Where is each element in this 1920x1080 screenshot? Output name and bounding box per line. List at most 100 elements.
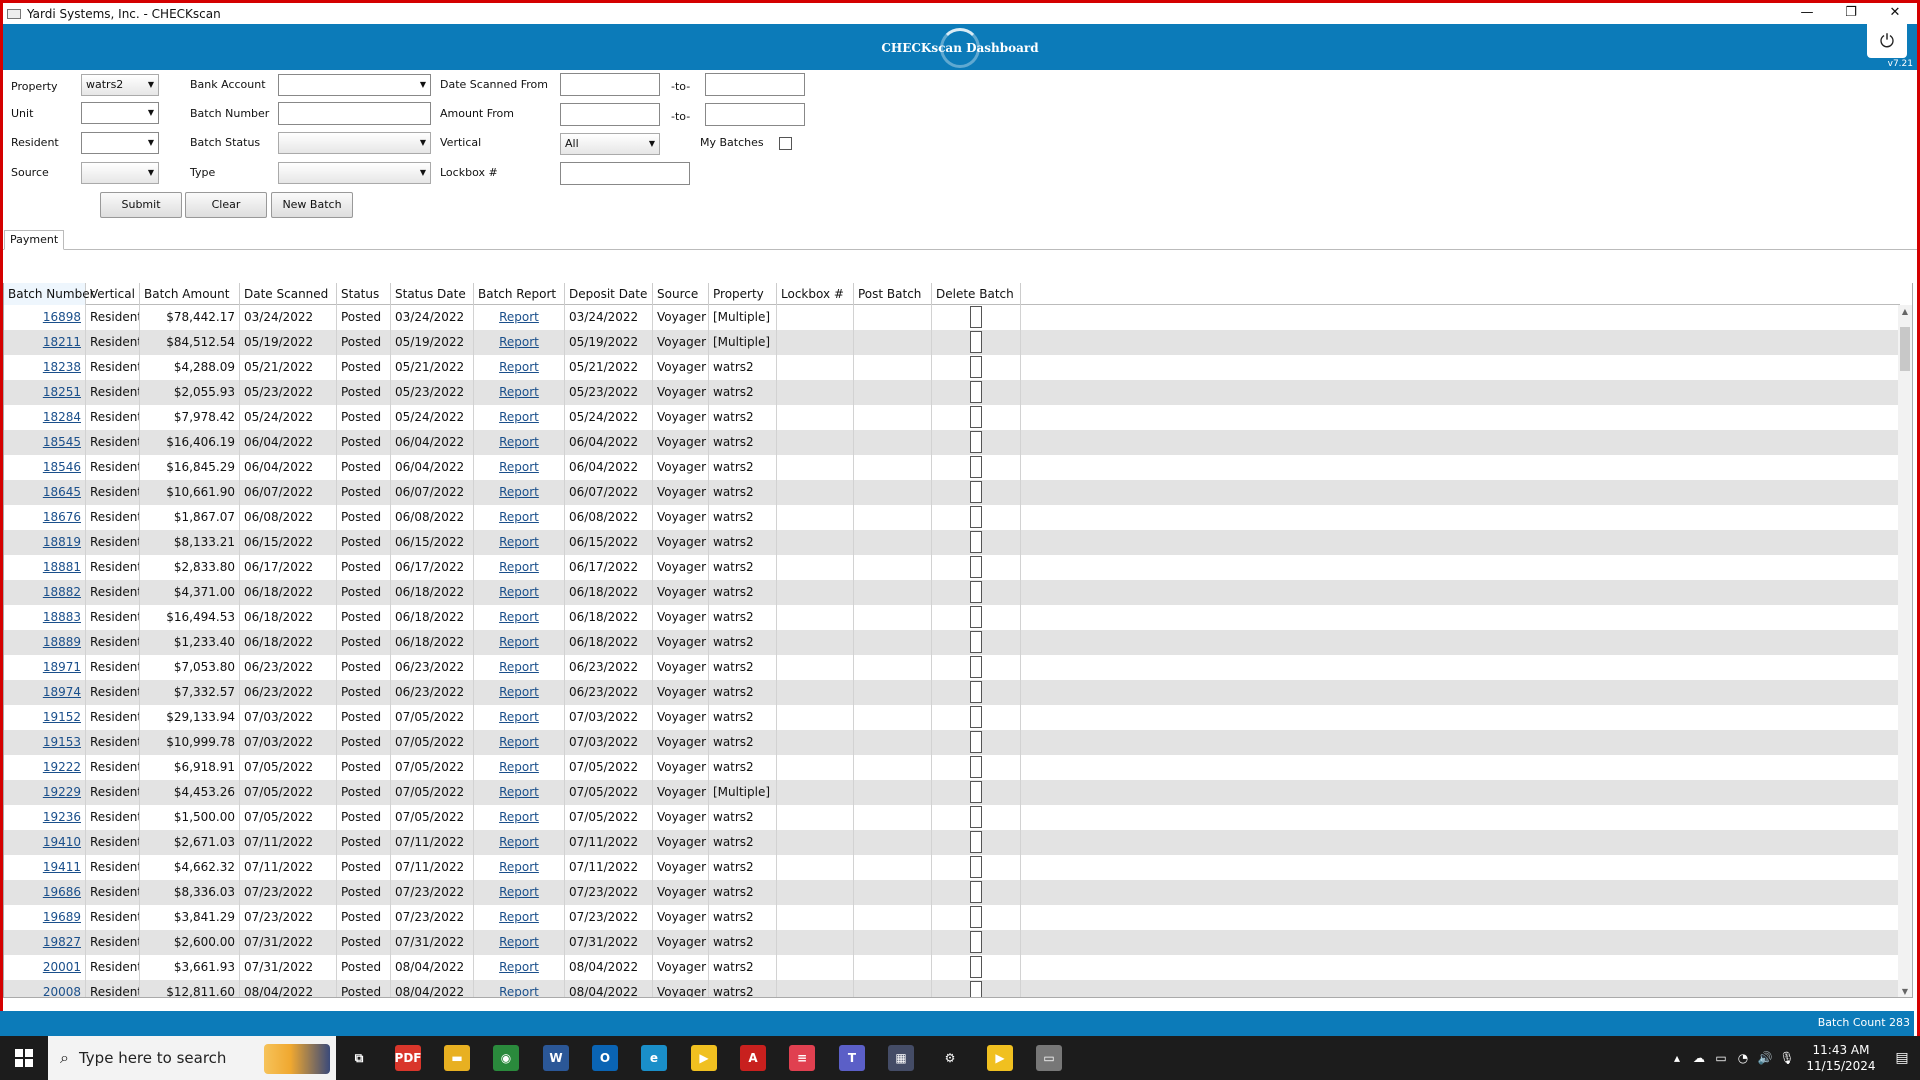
task-view-icon[interactable]: ⧉ <box>346 1045 372 1071</box>
pdf-app-icon[interactable]: PDF <box>395 1045 421 1071</box>
delete-batch-checkbox[interactable] <box>970 856 982 878</box>
batch-number-link[interactable]: 18251 <box>43 385 81 399</box>
volume-icon[interactable]: 🔊 <box>1754 1051 1776 1065</box>
report-link[interactable]: Report <box>499 885 539 899</box>
word-icon[interactable]: W <box>543 1045 569 1071</box>
tab-payment[interactable]: Payment <box>4 230 65 250</box>
bank-account-select[interactable]: ▼ <box>278 74 431 96</box>
column-header-deposit-date[interactable]: Deposit Date <box>565 283 653 305</box>
unit-select[interactable]: ▼ <box>81 102 159 124</box>
table-row[interactable]: 18881 Residential $2,833.80 06/17/2022 Poste… <box>4 555 1900 580</box>
batch-number-link[interactable]: 18545 <box>43 435 81 449</box>
report-link[interactable]: Report <box>499 460 539 474</box>
property-select[interactable]: watrs2 ▼ <box>81 74 159 96</box>
report-link[interactable]: Report <box>499 985 539 997</box>
batch-number-link[interactable]: 18971 <box>43 660 81 674</box>
column-header-source[interactable]: Source <box>653 283 709 305</box>
table-row[interactable]: 20001 Residential $3,661.93 07/31/2022 Poste… <box>4 955 1900 980</box>
column-header-vertical[interactable]: Vertical <box>86 283 140 305</box>
amount-to-input[interactable] <box>705 103 805 126</box>
calculator-icon[interactable]: ▦ <box>888 1045 914 1071</box>
edge-icon[interactable]: e <box>641 1045 667 1071</box>
table-row[interactable]: 19236 Residential $1,500.00 07/05/2022 Poste… <box>4 805 1900 830</box>
report-link[interactable]: Report <box>499 835 539 849</box>
report-link[interactable]: Report <box>499 860 539 874</box>
acrobat-icon[interactable]: A <box>740 1045 766 1071</box>
table-row[interactable]: 18546 Residential $16,845.29 06/04/2022 Post… <box>4 455 1900 480</box>
scroll-down-icon[interactable]: ▼ <box>1898 987 1912 996</box>
vertical-scrollbar[interactable]: ▲ ▼ <box>1898 305 1912 997</box>
batch-number-link[interactable]: 18882 <box>43 585 81 599</box>
power-button[interactable]: ⏻ <box>1867 24 1907 58</box>
report-link[interactable]: Report <box>499 810 539 824</box>
report-link[interactable]: Report <box>499 360 539 374</box>
table-row[interactable]: 18882 Residential $4,371.00 06/18/2022 Poste… <box>4 580 1900 605</box>
batch-number-link[interactable]: 18284 <box>43 410 81 424</box>
report-link[interactable]: Report <box>499 335 539 349</box>
batch-number-link[interactable]: 19152 <box>43 710 81 724</box>
report-link[interactable]: Report <box>499 785 539 799</box>
delete-batch-checkbox[interactable] <box>970 581 982 603</box>
column-header-batch-number[interactable]: Batch Number <box>4 283 95 305</box>
network-icon[interactable]: ◔ <box>1732 1051 1754 1065</box>
batch-number-link[interactable]: 18819 <box>43 535 81 549</box>
table-row[interactable]: 19827 Residential $2,600.00 07/31/2022 Poste… <box>4 930 1900 955</box>
delete-batch-checkbox[interactable] <box>970 531 982 553</box>
clock[interactable]: 11:43 AM 11/15/2024 <box>1806 1042 1876 1074</box>
table-row[interactable]: 18676 Residential $1,867.07 06/08/2022 Poste… <box>4 505 1900 530</box>
scrollbar-thumb[interactable] <box>1900 327 1910 371</box>
delete-batch-checkbox[interactable] <box>970 481 982 503</box>
report-link[interactable]: Report <box>499 385 539 399</box>
table-row[interactable]: 16898 Residential $78,442.17 03/24/2022 Post… <box>4 305 1900 330</box>
chrome-icon[interactable]: ◉ <box>493 1045 519 1071</box>
report-link[interactable]: Report <box>499 685 539 699</box>
delete-batch-checkbox[interactable] <box>970 881 982 903</box>
report-link[interactable]: Report <box>499 310 539 324</box>
table-row[interactable]: 19410 Residential $2,671.03 07/11/2022 Poste… <box>4 830 1900 855</box>
table-row[interactable]: 19686 Residential $8,336.03 07/23/2022 Poste… <box>4 880 1900 905</box>
delete-batch-checkbox[interactable] <box>970 656 982 678</box>
report-link[interactable]: Report <box>499 510 539 524</box>
settings-icon[interactable]: ⚙ <box>937 1045 963 1071</box>
table-row[interactable]: 19153 Residential $10,999.78 07/03/2022 Post… <box>4 730 1900 755</box>
batch-number-link[interactable]: 20001 <box>43 960 81 974</box>
column-header-status[interactable]: Status <box>337 283 391 305</box>
delete-batch-checkbox[interactable] <box>970 906 982 928</box>
delete-batch-checkbox[interactable] <box>970 456 982 478</box>
report-link[interactable]: Report <box>499 710 539 724</box>
batch-number-link[interactable]: 19410 <box>43 835 81 849</box>
column-header-date-scanned[interactable]: Date Scanned <box>240 283 337 305</box>
clear-button[interactable]: Clear <box>185 192 267 218</box>
date-scanned-to-input[interactable] <box>705 73 805 96</box>
report-link[interactable]: Report <box>499 660 539 674</box>
batch-number-link[interactable]: 18883 <box>43 610 81 624</box>
show-hidden-icons-icon[interactable]: ▴ <box>1666 1051 1688 1065</box>
delete-batch-checkbox[interactable] <box>970 931 982 953</box>
start-button[interactable] <box>0 1036 48 1080</box>
date-scanned-from-input[interactable] <box>560 73 660 96</box>
checkscan-app-icon[interactable]: ▭ <box>1036 1045 1062 1071</box>
table-row[interactable]: 18284 Residential $7,978.42 05/24/2022 Poste… <box>4 405 1900 430</box>
file-explorer-icon[interactable]: ▬ <box>444 1045 470 1071</box>
restore-button[interactable]: ❐ <box>1829 3 1873 24</box>
batch-number-link[interactable]: 18889 <box>43 635 81 649</box>
red-app-icon[interactable]: ≡ <box>789 1045 815 1071</box>
report-link[interactable]: Report <box>499 410 539 424</box>
new-batch-button[interactable]: New Batch <box>271 192 353 218</box>
delete-batch-checkbox[interactable] <box>970 806 982 828</box>
batch-number-link[interactable]: 19411 <box>43 860 81 874</box>
report-link[interactable]: Report <box>499 485 539 499</box>
report-link[interactable]: Report <box>499 585 539 599</box>
delete-batch-checkbox[interactable] <box>970 781 982 803</box>
table-row[interactable]: 19411 Residential $4,662.32 07/11/2022 Poste… <box>4 855 1900 880</box>
batch-number-link[interactable]: 18881 <box>43 560 81 574</box>
onedrive-icon[interactable]: ☁ <box>1688 1051 1710 1065</box>
yellow-app-2-icon[interactable]: ▶ <box>987 1045 1013 1071</box>
batch-number-link[interactable]: 19686 <box>43 885 81 899</box>
batch-status-select[interactable]: ▼ <box>278 132 431 154</box>
yellow-app-icon[interactable]: ▶ <box>691 1045 717 1071</box>
table-row[interactable]: 18211 Residential $84,512.54 05/19/2022 Post… <box>4 330 1900 355</box>
table-row[interactable]: 18883 Residential $16,494.53 06/18/2022 Post… <box>4 605 1900 630</box>
outlook-icon[interactable]: O <box>592 1045 618 1071</box>
table-row[interactable]: 18238 Residential $4,288.09 05/21/2022 Poste… <box>4 355 1900 380</box>
